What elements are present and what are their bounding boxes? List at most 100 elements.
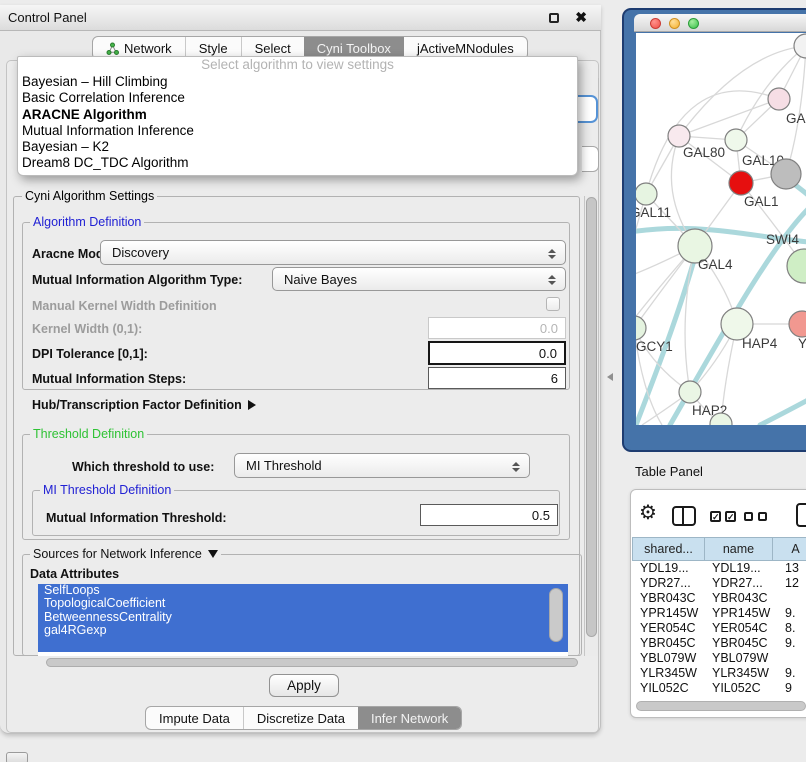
column-header[interactable]: A (773, 537, 806, 561)
zoom-traffic-light[interactable] (688, 18, 699, 29)
attribute-item[interactable] (38, 638, 568, 652)
mi-type-label: Mutual Information Algorithm Type: (32, 273, 242, 287)
sources-collapse-toggle[interactable]: Sources for Network Inference (30, 547, 221, 561)
table-cell: YIL052C (632, 681, 705, 696)
close-icon[interactable]: ✖ (575, 9, 587, 26)
combo-spinner-icon[interactable] (512, 457, 521, 475)
kernel-width-field[interactable]: 0.0 (428, 317, 566, 339)
table-row[interactable]: YIL052CYIL052C9 (632, 681, 806, 696)
table-row[interactable]: YBR045CYBR045C9. (632, 636, 806, 651)
node-label: Y (798, 336, 806, 351)
unchecked-box-icon[interactable] (744, 512, 753, 521)
combo-spinner-icon[interactable] (548, 244, 557, 262)
settings-hscrollbar-thumb[interactable] (46, 658, 578, 667)
algorithm-combo-edge[interactable] (577, 95, 598, 123)
table-row[interactable]: YDL19...YDL19...13 (632, 561, 806, 576)
network-combo-edge[interactable] (582, 146, 599, 172)
network-node-swi4[interactable] (787, 249, 806, 283)
settings-scrollbar-thumb[interactable] (586, 197, 597, 637)
control-panel-titlebar[interactable]: Control Panel ✖ (0, 5, 601, 31)
aracne-mode-value: Discovery (112, 245, 169, 260)
tab-label: Style (199, 41, 228, 56)
settings-gear-icon[interactable]: ⚙ (639, 502, 657, 524)
attribute-item[interactable]: gal4RGexp (38, 624, 568, 637)
aracne-mode-combo[interactable]: Discovery (100, 240, 566, 265)
table-row[interactable]: YER054CYER054C8. (632, 621, 806, 636)
data-attributes-label: Data Attributes (30, 567, 119, 581)
combo-spinner-icon[interactable] (548, 270, 557, 288)
network-node-gal[interactable] (768, 88, 790, 110)
network-node-gal10[interactable] (725, 129, 747, 151)
collapse-down-icon[interactable] (208, 550, 218, 558)
network-node-y[interactable] (789, 311, 806, 337)
tab-label: Discretize Data (257, 711, 345, 726)
splitter-collapse-icon[interactable] (607, 373, 613, 381)
threshold-title: Threshold Definition (30, 427, 147, 441)
network-canvas-svg[interactable]: GALGAL80GAL10GAL1GAL11GAL4SWI4HAP4YGCY1H… (636, 33, 806, 425)
table-hscrollbar-thumb[interactable] (636, 701, 806, 711)
algorithm-dropdown-list: Bayesian – Hill ClimbingBasic Correlatio… (18, 74, 577, 172)
algorithm-option[interactable]: Mutual Information Inference (18, 123, 577, 139)
expand-right-icon[interactable] (248, 400, 256, 410)
node-label: GAL1 (744, 194, 779, 209)
network-canvas[interactable]: GALGAL80GAL10GAL1GAL11GAL4SWI4HAP4YGCY1H… (636, 33, 806, 425)
table-row[interactable]: YBR043CYBR043C (632, 591, 806, 606)
algorithm-option[interactable]: Bayesian – Hill Climbing (18, 74, 577, 90)
minimize-traffic-light[interactable] (669, 18, 680, 29)
algorithm-option[interactable]: Bayesian – K2 (18, 139, 577, 155)
column-header[interactable]: shared... (632, 537, 705, 561)
column-header[interactable]: name (705, 537, 773, 561)
data-attributes-list[interactable]: SelfLoopsTopologicalCoefficientBetweenne… (38, 584, 568, 656)
dpi-tolerance-field[interactable]: 0.0 (428, 341, 566, 365)
which-threshold-value: MI Threshold (246, 458, 322, 473)
bottom-tab-impute-data[interactable]: Impute Data (146, 707, 243, 729)
check-icon[interactable]: ✓ (725, 511, 736, 522)
manual-kernel-label: Manual Kernel Width Definition (32, 299, 217, 313)
network-node-gal80[interactable] (668, 125, 690, 147)
tab-label: Impute Data (159, 711, 230, 726)
table-row[interactable]: YBL079WYBL079W (632, 651, 806, 666)
network-node-gal1[interactable] (729, 171, 753, 195)
table-cell: YER054C (705, 621, 773, 636)
table-panel-title: Table Panel (635, 464, 703, 479)
network-node-hap2[interactable] (679, 381, 701, 403)
float-icon[interactable] (549, 13, 559, 23)
which-threshold-label: Which threshold to use: (72, 460, 214, 474)
table-cell: 12 (773, 576, 806, 591)
table-doc-icon[interactable] (796, 503, 806, 527)
which-threshold-combo[interactable]: MI Threshold (234, 453, 530, 478)
split-columns-icon[interactable] (672, 506, 696, 526)
sources-title: Sources for Network Inference (33, 547, 202, 561)
attribute-item[interactable]: TopologicalCoefficient (38, 597, 568, 610)
hub-definition-expander[interactable]: Hub/Transcription Factor Definition (32, 398, 256, 412)
bottom-tab-discretize-data[interactable]: Discretize Data (243, 707, 358, 729)
attribute-item[interactable]: BetweennessCentrality (38, 611, 568, 624)
dpi-tolerance-value: 0.0 (539, 346, 557, 361)
table-cell: 9. (773, 636, 806, 651)
bottom-corner-button[interactable] (6, 752, 28, 762)
network-node-gcy1[interactable] (636, 316, 646, 340)
table-row[interactable]: YLR345WYLR345W9. (632, 666, 806, 681)
algorithm-option[interactable]: Dream8 DC_TDC Algorithm (18, 155, 577, 171)
algorithm-option[interactable]: ARACNE Algorithm (18, 107, 577, 123)
mi-threshold-field[interactable]: 0.5 (420, 504, 558, 526)
attribute-item[interactable]: SelfLoops (38, 584, 568, 597)
mi-steps-field[interactable]: 6 (428, 367, 566, 389)
network-node-gal11[interactable] (636, 183, 657, 205)
unchecked-box-icon[interactable] (758, 512, 767, 521)
attributes-scrollbar-thumb[interactable] (549, 588, 563, 642)
algorithm-option[interactable]: Basic Correlation Inference (18, 90, 577, 106)
bottom-tab-infer-network[interactable]: Infer Network (358, 707, 461, 729)
network-node[interactable] (771, 159, 801, 189)
close-traffic-light[interactable] (650, 18, 661, 29)
network-edge-thick[interactable] (760, 400, 806, 425)
network-window-titlebar[interactable] (634, 14, 806, 32)
table-row[interactable]: YDR27...YDR27...12 (632, 576, 806, 591)
table-body[interactable]: YDL19...YDL19...13YDR27...YDR27...12YBR0… (632, 561, 806, 700)
mi-threshold-label: Mutual Information Threshold: (46, 511, 227, 525)
check-icon[interactable]: ✓ (710, 511, 721, 522)
apply-button[interactable]: Apply (269, 674, 339, 697)
table-row[interactable]: YPR145WYPR145W9. (632, 606, 806, 621)
mi-type-combo[interactable]: Naive Bayes (272, 267, 566, 291)
manual-kernel-checkbox[interactable] (546, 297, 560, 311)
